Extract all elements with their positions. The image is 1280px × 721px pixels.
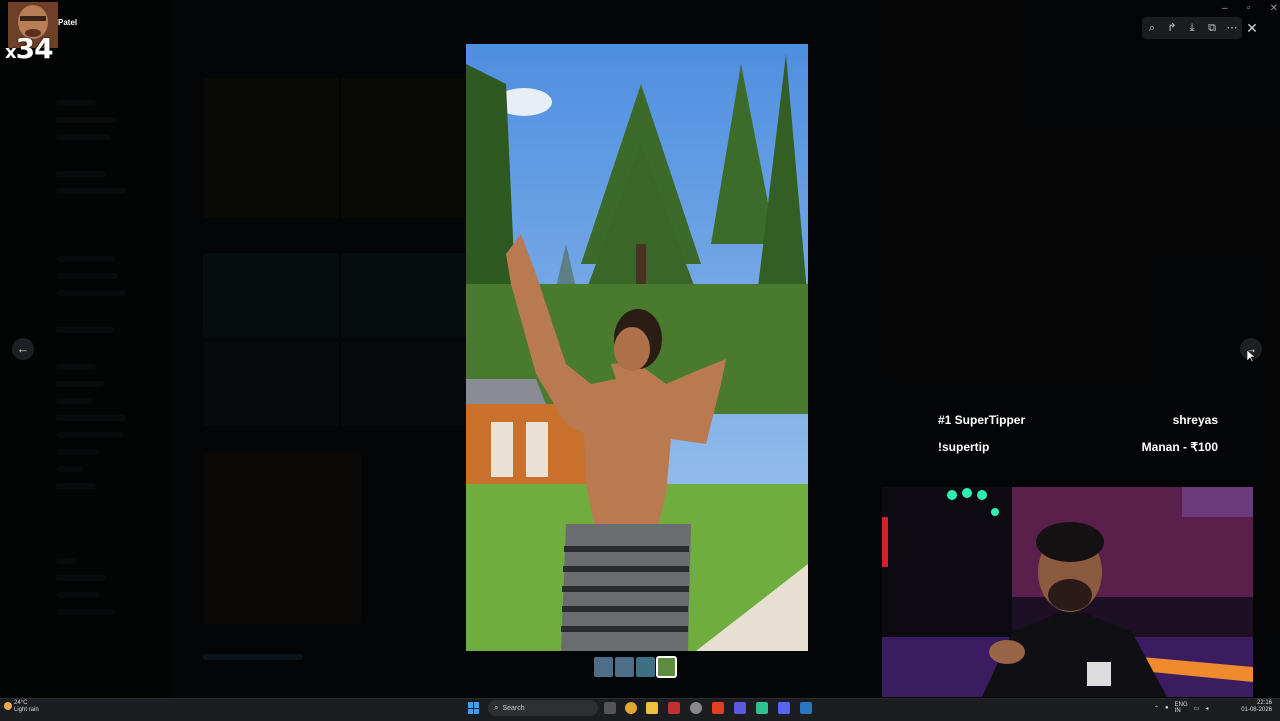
thumbnail-4[interactable] (656, 656, 677, 678)
download-icon[interactable]: ⤓ (1185, 21, 1199, 35)
thumbnail-3[interactable] (636, 657, 655, 677)
language-indicator[interactable]: ENG IN (1175, 702, 1188, 714)
taskbar (0, 698, 1280, 721)
discord-icon[interactable] (778, 702, 790, 714)
grid-app-icon[interactable] (734, 702, 746, 714)
webcam-feed (882, 487, 1253, 697)
forward-icon[interactable]: ↱ (1165, 21, 1179, 35)
clock[interactable]: 22:16 01-08-2026 (1236, 700, 1272, 714)
window-controls: – ▫ ✕ (1222, 3, 1278, 15)
mouse-cursor-icon (1247, 350, 1255, 362)
viewed-photo (466, 44, 808, 651)
minimize-icon[interactable]: – (1222, 3, 1228, 15)
viewer-toolbar: ⌕ ↱ ⤓ ⧉ ⋯ (1142, 17, 1242, 39)
settings-app-icon[interactable] (690, 702, 702, 714)
previous-image-button[interactable]: ← (12, 338, 34, 360)
search-icon: ⌕ (494, 703, 499, 712)
streamer-name: Patel (58, 18, 78, 27)
volume-icon[interactable]: ◂ (1205, 705, 1208, 712)
window-close-icon[interactable]: ✕ (1270, 3, 1278, 15)
start-button[interactable] (468, 702, 480, 714)
chrome-icon[interactable] (625, 702, 637, 714)
close-viewer-button[interactable]: ✕ (1244, 19, 1260, 37)
green-app-icon[interactable] (756, 702, 768, 714)
supertipper-title: #1 SuperTipper (938, 413, 1026, 427)
thumbnail-2[interactable] (615, 657, 634, 677)
weather-widget[interactable]: 24°C Light rain (14, 700, 39, 714)
multiplier-badge: x34 (5, 32, 54, 65)
media-app-icon[interactable] (712, 702, 724, 714)
more-icon[interactable]: ⋯ (1225, 21, 1239, 35)
steam-icon[interactable] (800, 702, 812, 714)
tip-command: !supertip (938, 440, 990, 454)
system-tray: ⌃ ● ENG IN ▭ ◂ (1154, 701, 1208, 715)
weather-icon (4, 702, 12, 710)
supertipper-name: shreyas (1172, 413, 1218, 427)
thumbnail-1[interactable] (594, 657, 613, 677)
network-icon[interactable]: ▭ (1194, 705, 1200, 712)
maximize-icon[interactable]: ▫ (1247, 3, 1251, 15)
zoom-icon[interactable]: ⌕ (1145, 21, 1159, 35)
open-external-icon[interactable]: ⧉ (1205, 21, 1219, 35)
chevron-up-icon[interactable]: ⌃ (1154, 705, 1159, 712)
taskbar-search[interactable]: ⌕ Search (488, 700, 598, 716)
microphone-icon[interactable]: ● (1165, 705, 1169, 711)
thumbnail-strip (594, 656, 678, 678)
file-explorer-icon[interactable] (646, 702, 658, 714)
task-view-icon[interactable] (604, 702, 616, 714)
calendar-app-icon[interactable] (668, 702, 680, 714)
latest-tip: Manan - ₹100 (1141, 440, 1218, 454)
